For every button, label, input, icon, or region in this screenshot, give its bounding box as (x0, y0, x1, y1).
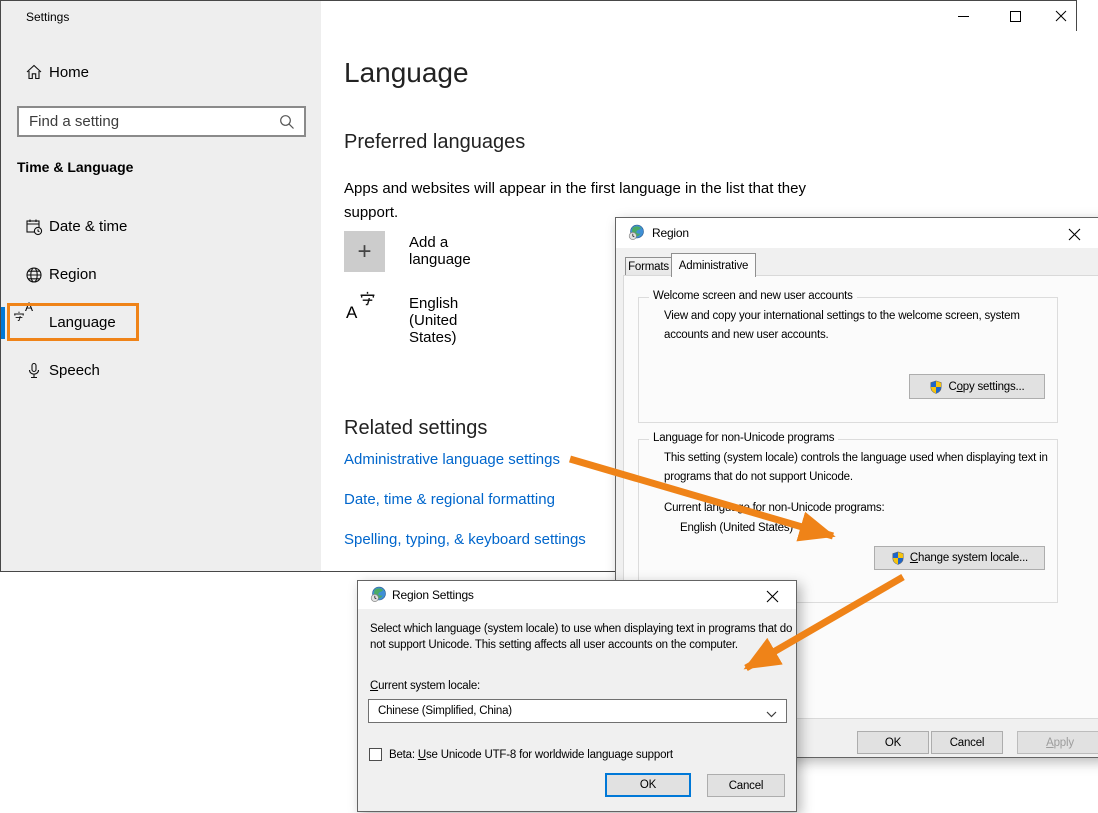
tab-formats[interactable]: Formats (625, 257, 672, 276)
close-icon (1055, 10, 1067, 22)
sidebar-item-label: Region (49, 255, 97, 295)
region-globe-clock-icon (370, 586, 387, 606)
language-icon: A (346, 291, 376, 323)
page-title: Language (344, 57, 469, 89)
copy-settings-button[interactable]: Copy settings... (909, 374, 1045, 399)
region-dialog-title: Region (652, 226, 689, 240)
minimize-button[interactable] (940, 1, 986, 31)
minimize-icon (958, 16, 969, 17)
preferred-languages-heading: Preferred languages (344, 131, 525, 154)
uac-shield-icon (929, 380, 943, 394)
group-title: Language for non-Unicode programs (649, 432, 838, 444)
button-label: pply (1054, 737, 1074, 749)
sidebar-item-language[interactable]: A Language (1, 303, 321, 343)
close-button[interactable] (1038, 1, 1084, 31)
region-apply-button[interactable]: Apply (1017, 731, 1098, 754)
beta-utf8-checkbox[interactable] (369, 748, 382, 761)
link-date-time-regional-formatting[interactable]: Date, time & regional formatting (344, 491, 555, 508)
region-dialog-titlebar: Region (616, 218, 1098, 248)
link-spelling-typing-keyboard[interactable]: Spelling, typing, & keyboard settings (344, 531, 586, 548)
button-label: OK (885, 737, 901, 749)
sidebar-item-label: Speech (49, 351, 100, 391)
tab-label: Administrative (679, 260, 748, 272)
region-settings-close-button[interactable] (764, 588, 780, 604)
close-icon (1068, 228, 1081, 241)
group-title: Welcome screen and new user accounts (649, 290, 857, 302)
region-settings-dialog: Region Settings Select which language (s… (357, 580, 797, 812)
region-settings-cancel-button[interactable]: Cancel (707, 774, 785, 797)
add-language-label: Add a language (409, 234, 471, 268)
uac-shield-icon (891, 551, 905, 565)
home-icon (25, 63, 43, 86)
search-input[interactable] (19, 108, 304, 135)
change-system-locale-button[interactable]: Change system locale... (874, 546, 1045, 570)
group-description: This setting (system locale) controls th… (664, 449, 1056, 487)
microphone-icon (25, 362, 43, 385)
plus-icon: + (344, 231, 385, 272)
link-administrative-language-settings[interactable]: Administrative language settings (344, 451, 560, 468)
search-icon[interactable] (278, 113, 296, 136)
button-label: py settings... (963, 381, 1025, 393)
calendar-clock-icon (25, 218, 43, 241)
maximize-icon (1010, 11, 1021, 22)
checkbox-label: Beta: Use Unicode UTF-8 for worldwide la… (389, 749, 673, 761)
region-settings-ok-button[interactable]: OK (605, 773, 691, 797)
button-label: A (1046, 737, 1053, 749)
language-item-label: English (United States) (409, 295, 458, 346)
region-ok-button[interactable]: OK (857, 731, 929, 754)
region-settings-description: Select which language (system locale) to… (370, 621, 794, 653)
system-locale-value: Chinese (Simplified, China) (378, 705, 512, 717)
region-dialog-close-button[interactable] (1066, 226, 1082, 242)
search-box (17, 106, 306, 137)
tab-label: Formats (628, 261, 669, 273)
button-label: hange system locale... (918, 552, 1028, 564)
button-label: OK (640, 779, 656, 791)
sidebar-item-speech[interactable]: Speech (1, 351, 321, 391)
window-title: Settings (26, 10, 69, 24)
selected-indicator (1, 307, 5, 339)
current-language-label: Current language for non-Unicode program… (664, 499, 1056, 518)
maximize-button[interactable] (992, 1, 1038, 31)
button-label: Cancel (950, 737, 985, 749)
sidebar-item-date-time[interactable]: Date & time (1, 207, 321, 247)
sidebar-item-label: Home (49, 64, 89, 81)
chevron-down-icon (766, 709, 777, 721)
current-language-value: English (United States) (680, 522, 793, 534)
group-description: View and copy your international setting… (664, 307, 1056, 345)
related-settings-heading: Related settings (344, 417, 487, 440)
sidebar-item-region[interactable]: Region (1, 255, 321, 295)
button-label: C (910, 552, 918, 564)
button-label: Cancel (729, 780, 764, 792)
button-label: C (948, 381, 956, 393)
globe-icon (25, 266, 43, 289)
tab-administrative[interactable]: Administrative (671, 253, 756, 277)
close-icon (766, 590, 779, 603)
sidebar-item-label: Date & time (49, 207, 127, 247)
region-settings-title: Region Settings (392, 588, 474, 602)
system-locale-select[interactable]: Chinese (Simplified, China) (368, 699, 787, 723)
current-system-locale-label: Current system locale: (370, 680, 480, 692)
sidebar-section-title: Time & Language (17, 159, 133, 175)
sidebar-item-home[interactable]: Home (1, 57, 321, 93)
region-cancel-button[interactable]: Cancel (931, 731, 1003, 754)
region-settings-titlebar: Region Settings (358, 581, 796, 609)
sidebar-item-label: Language (49, 303, 116, 343)
welcome-screen-group: Welcome screen and new user accounts Vie… (638, 297, 1058, 423)
region-globe-clock-icon (628, 224, 645, 244)
beta-utf8-checkbox-row: Beta: Use Unicode UTF-8 for worldwide la… (369, 748, 673, 761)
non-unicode-group: Language for non-Unicode programs This s… (638, 439, 1058, 603)
